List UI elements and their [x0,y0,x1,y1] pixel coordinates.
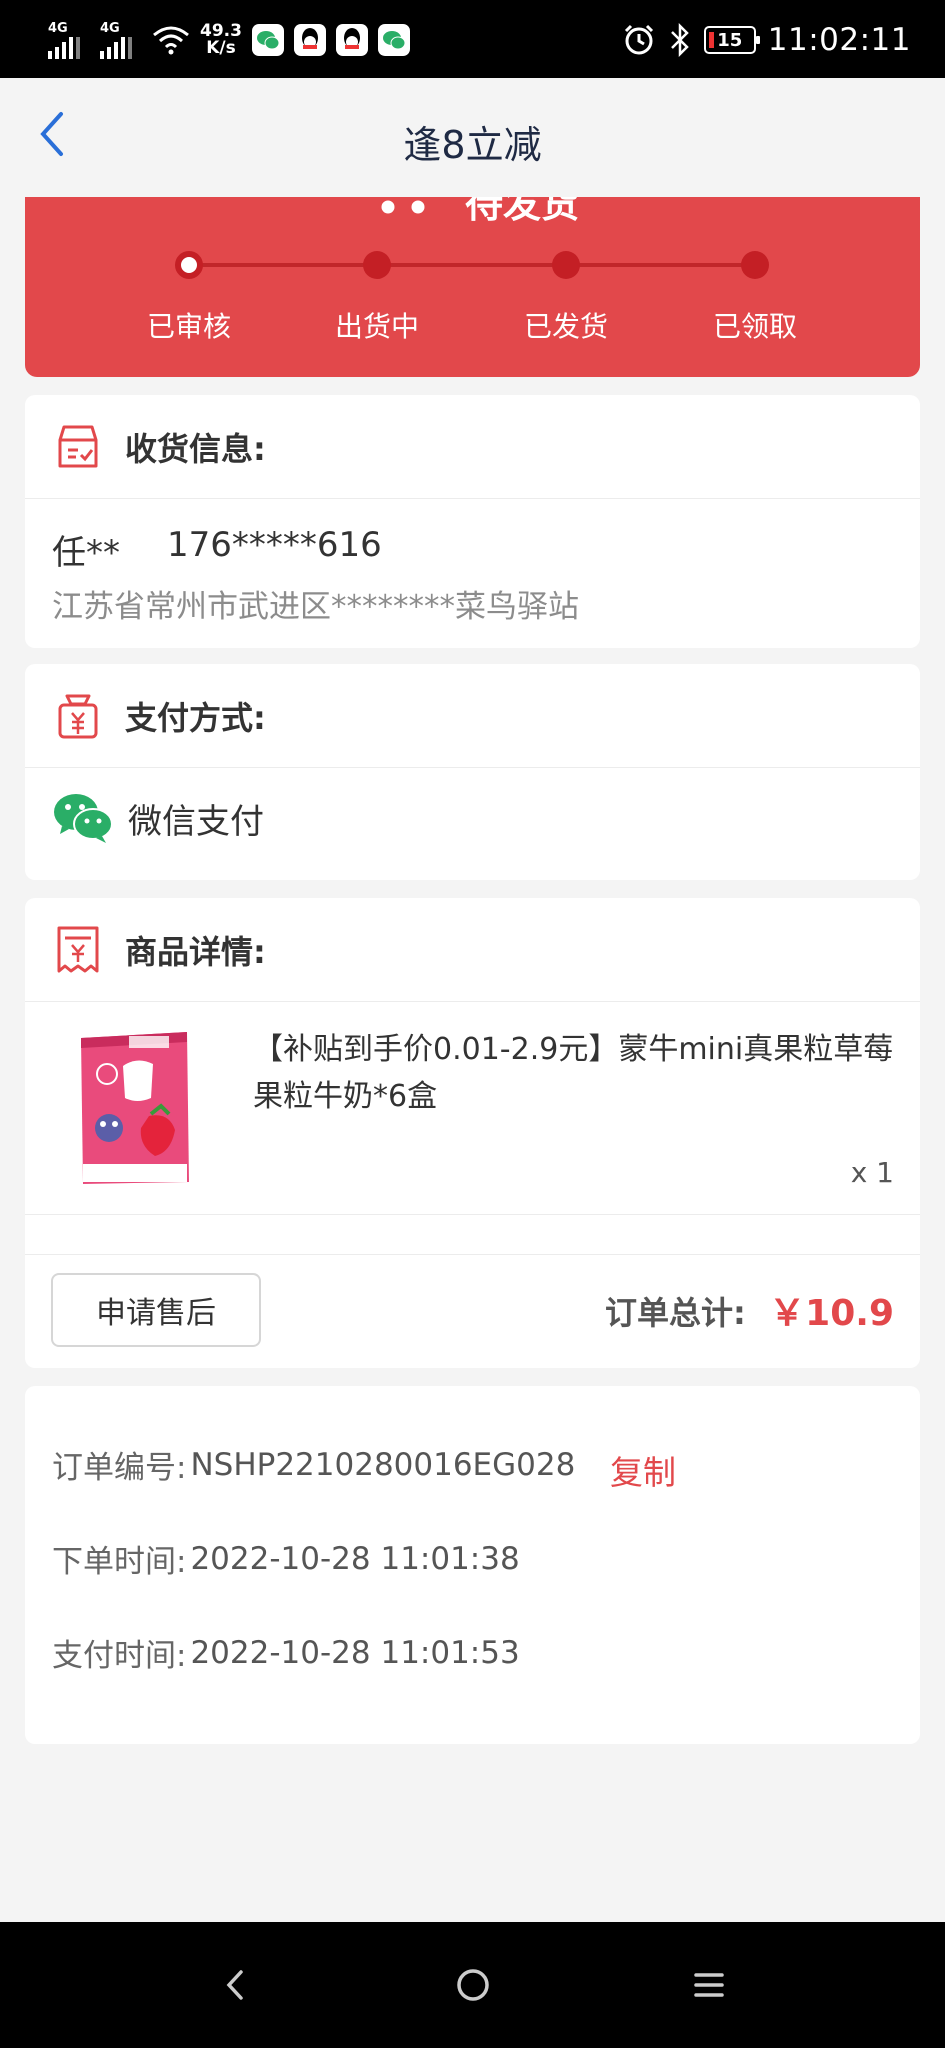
payment-method-card: 支付方式: 微信支付 [25,664,920,880]
copy-order-number-button[interactable]: 复制 [610,1446,676,1494]
payment-method-row: 微信支付 [52,792,264,844]
step-label-2: 出货中 [334,310,419,343]
status-left: 4G 4G 49.3 K/s [48,18,410,62]
step-dot-4 [741,251,769,279]
order-info-card: 订单编号: NSHP2210280016EG028 复制 下单时间: 2022-… [25,1386,920,1744]
step-dot-3 [552,251,580,279]
goods-detail-card: 商品详情: 【补贴到手价0.01-2.9元】蒙牛mini真果粒草莓果粒牛奶*6盒… [25,898,920,1368]
status-right: 15 11:02:11 [622,18,911,62]
bluetooth-icon [670,23,689,57]
step-label-1: 已审核 [146,310,231,343]
recipient-address: 江苏省常州市武进区********菜鸟驿站 [52,589,579,625]
step-dot-1 [175,251,203,279]
nav-bar: 逢8立减 [0,78,945,198]
pay-time-value: 2022-10-28 11:01:53 [190,1634,520,1671]
pay-time-label: 支付时间: [52,1638,187,1674]
payment-card-title: 支付方式: [125,698,266,737]
wechat-notification-icon-2 [377,24,410,56]
battery-level: 15 [717,29,743,51]
recipient-name: 任** [52,533,120,573]
signal-icon-2: 4G [100,22,142,59]
order-number-value: NSHP2210280016EG028 [190,1446,576,1483]
step-label-4: 已领取 [712,310,797,343]
back-triangle-icon [226,1970,243,2000]
order-total-value: ￥10.9 [769,1293,894,1334]
yuan-bag-icon [53,691,103,741]
progress-status-text: 待发货 [465,197,580,226]
net-speed: 49.3 K/s [200,23,242,57]
order-detail-screen: 4G 4G 49.3 K/s 15 11:02:11 逢8立减 待发货 已审核 … [0,0,945,2048]
order-number-row: 订单编号: NSHP2210280016EG028 [52,1442,575,1487]
clock: 11:02:11 [767,22,911,58]
receipt-icon [53,925,103,975]
wechat-pay-icon [54,794,113,843]
net-speed-unit: K/s [206,38,236,58]
shipping-card-header: 收货信息: [25,395,920,499]
goods-card-header: 商品详情: [25,898,920,1002]
system-nav-bar [0,1922,945,2048]
page-title: 逢8立减 [403,123,542,167]
product-image[interactable] [75,1028,195,1188]
system-menu-button[interactable] [684,1960,734,2010]
battery-icon: 15 [703,26,760,54]
delivery-box-icon [53,422,103,472]
system-home-button[interactable] [448,1960,498,2010]
goods-divider-2 [25,1254,920,1255]
payment-method-label: 微信支付 [128,801,264,842]
order-time-row: 下单时间: 2022-10-28 11:01:38 [52,1536,520,1581]
signal-icon: 4G [48,22,90,59]
qq-notification-icon [293,24,326,56]
wechat-notification-icon [251,24,284,56]
step-label-3: 已发货 [523,310,608,343]
status-bar: 4G 4G 49.3 K/s 15 11:02:11 [0,0,945,78]
shipping-card-title: 收货信息: [125,429,266,468]
order-time-value: 2022-10-28 11:01:38 [190,1540,520,1577]
system-back-button[interactable] [210,1960,260,2010]
order-total-label: 订单总计: [605,1294,746,1332]
progress-track [188,263,756,267]
pay-time-row: 支付时间: 2022-10-28 11:01:53 [52,1630,520,1675]
step-dot-2 [363,251,391,279]
order-progress-card: 待发货 已审核 出货中 已发货 已领取 [25,197,920,377]
alarm-icon [624,24,653,55]
order-number-label: 订单编号: [52,1450,187,1486]
truck-icon [378,197,428,217]
shipping-info-card: 收货信息: 任** 176*****616 江苏省常州市武进区********菜… [25,395,920,648]
qq-notification-icon-2 [335,24,368,56]
menu-icon [694,1973,724,1997]
payment-card-header: 支付方式: [25,664,920,768]
goods-card-title: 商品详情: [125,932,266,971]
recipient-phone: 176*****616 [167,525,382,565]
after-sale-button[interactable]: 申请售后 [51,1273,261,1347]
home-circle-icon [457,1969,489,2001]
order-time-label: 下单时间: [52,1544,187,1580]
product-quantity: x 1 [850,1156,894,1189]
product-title[interactable]: 【补贴到手价0.01-2.9元】蒙牛mini真果粒草莓果粒牛奶*6盒 [253,1026,898,1120]
wifi-icon [153,26,189,55]
signal-label: 4G [48,20,68,36]
goods-divider [25,1214,920,1215]
signal-label-2: 4G [100,20,120,36]
